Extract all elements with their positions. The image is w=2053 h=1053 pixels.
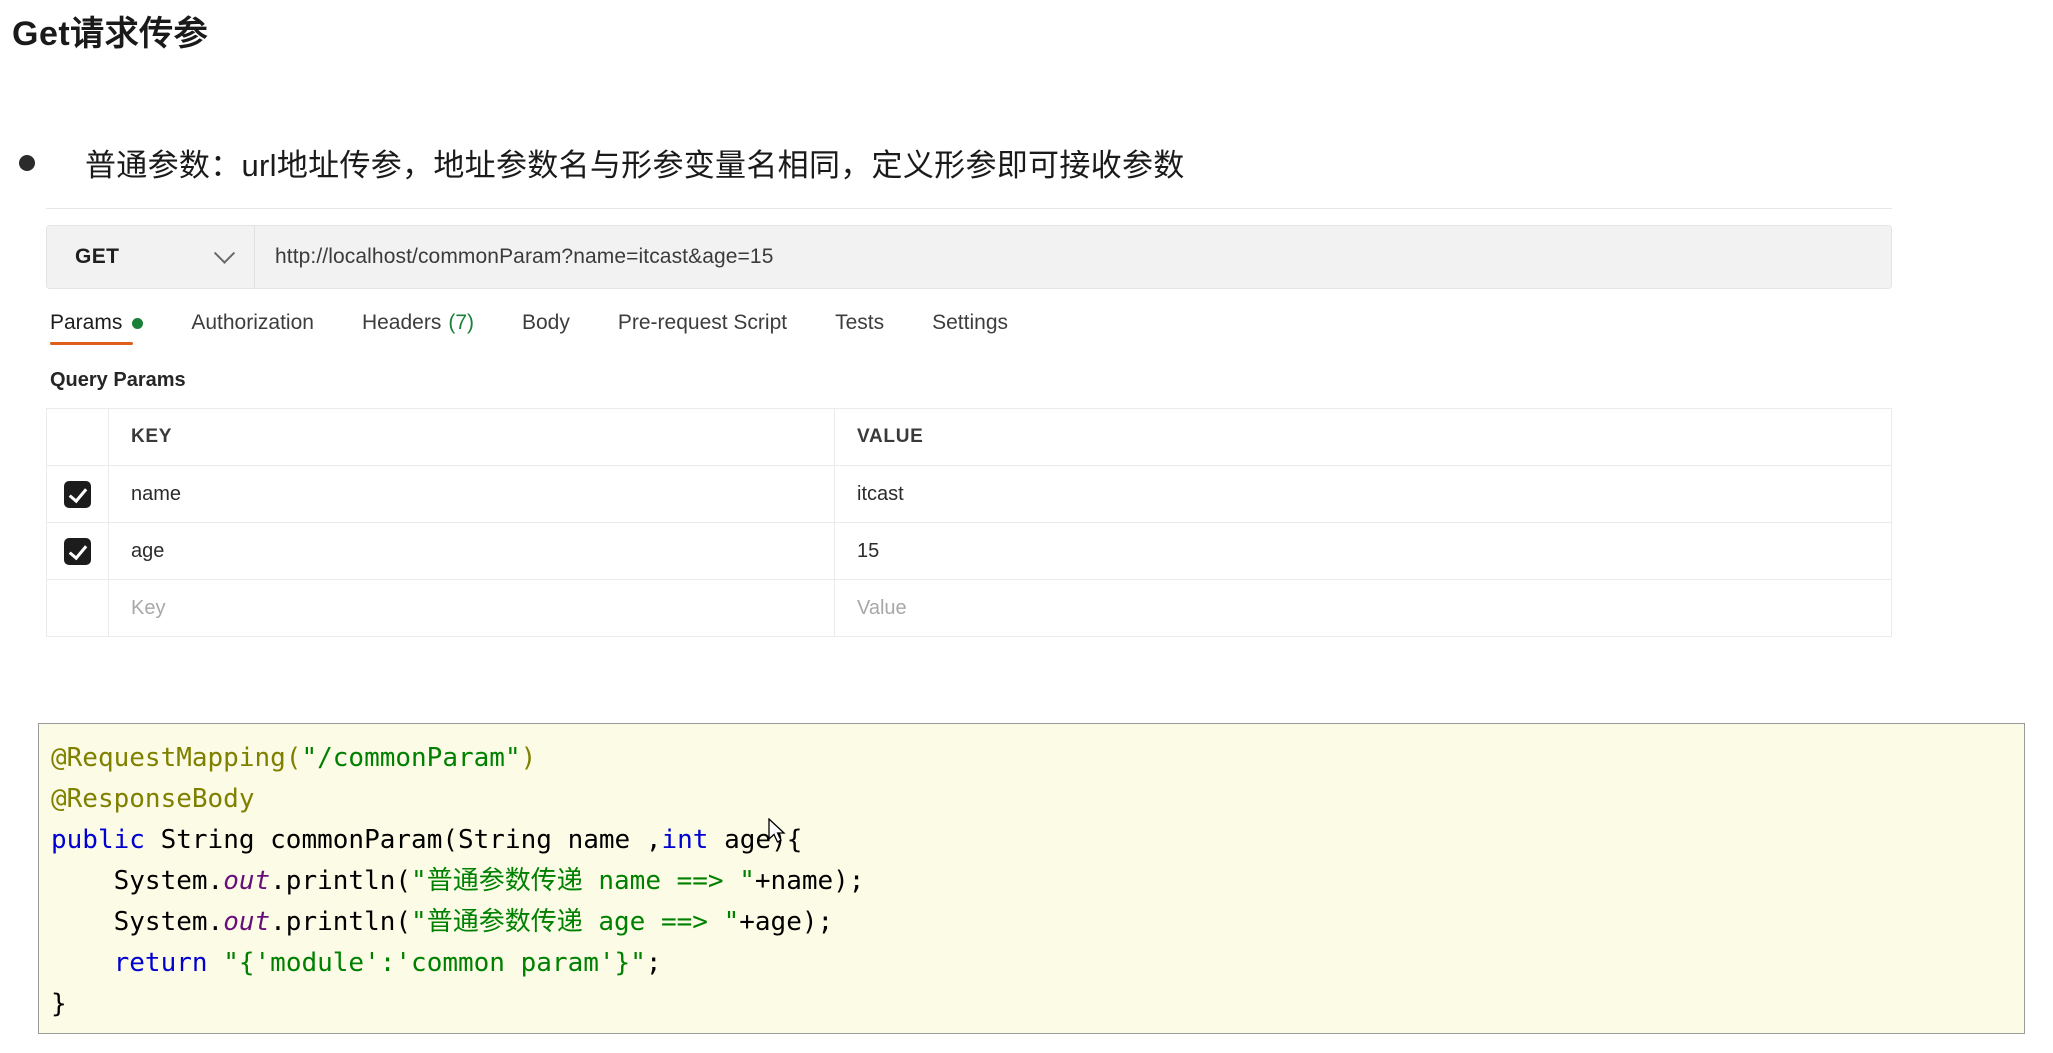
code-token: public: [51, 825, 145, 855]
code-token: ;: [645, 948, 662, 978]
table-header-checkbox: [46, 408, 109, 466]
code-token: (String name ,: [442, 825, 662, 855]
code-token: commonParam: [270, 825, 443, 855]
checkbox-checked-icon[interactable]: [64, 537, 91, 565]
page-title: Get请求传参: [12, 15, 209, 53]
row-checkbox-cell[interactable]: [46, 579, 109, 637]
tab-authorization[interactable]: Authorization: [191, 311, 314, 347]
code-token: @ResponseBody: [51, 784, 255, 814]
tab-body-label: Body: [522, 311, 570, 334]
code-token: .println(: [270, 907, 412, 937]
code-line: System.out.println("普通参数传递 age ==> "+age…: [51, 902, 2024, 943]
url-input[interactable]: http://localhost/commonParam?name=itcast…: [255, 226, 1891, 288]
tab-pre-request-script[interactable]: Pre-request Script: [618, 311, 787, 347]
bullet-item-label: 普通参数：url地址传参，地址参数名与形参变量名相同，定义形参即可接收参数: [85, 148, 1185, 183]
http-method-label: GET: [75, 245, 120, 268]
bullet-dot-icon: [19, 154, 35, 171]
code-token: "/commonParam": [301, 743, 521, 773]
table-header-key: KEY: [108, 408, 835, 466]
request-tabs: Params Authorization Headers (7) Body Pr…: [46, 311, 1892, 357]
query-params-table: KEY VALUE name itcast age 15 Key Value: [46, 408, 1892, 637]
code-token: }: [51, 989, 67, 1019]
chevron-down-icon[interactable]: [213, 242, 236, 264]
code-token: age){: [708, 825, 803, 855]
code-line: @ResponseBody: [51, 779, 2024, 820]
tab-settings-label: Settings: [932, 311, 1009, 334]
tab-params-label: Params: [50, 311, 123, 334]
code-line: @RequestMapping("/commonParam"): [51, 738, 2024, 779]
code-line: }: [51, 984, 2024, 1025]
headers-count-badge: (7): [448, 311, 474, 334]
code-token: .println(: [270, 866, 412, 896]
code-token: String: [144, 825, 271, 855]
code-token: System.: [51, 866, 224, 896]
code-token: out: [223, 866, 271, 896]
code-token: +name);: [754, 866, 865, 896]
table-row[interactable]: age 15: [46, 522, 1892, 580]
tab-body[interactable]: Body: [522, 311, 570, 347]
row-value-placeholder[interactable]: Value: [834, 579, 1892, 637]
table-header-value: VALUE: [834, 408, 1892, 466]
row-value[interactable]: itcast: [834, 465, 1892, 523]
row-checkbox-cell[interactable]: [46, 522, 109, 580]
code-token: return: [113, 948, 208, 978]
code-token: int: [661, 825, 709, 855]
url-input-value: http://localhost/commonParam?name=itcast…: [275, 245, 774, 268]
checkbox-checked-icon[interactable]: [64, 480, 91, 508]
postman-request-panel: GET http://localhost/commonParam?name=it…: [46, 208, 1892, 637]
code-line: public String commonParam(String name ,i…: [51, 820, 2024, 861]
tab-headers-label: Headers: [361, 311, 442, 334]
http-method-select[interactable]: GET: [47, 226, 255, 288]
row-checkbox-cell[interactable]: [46, 465, 109, 523]
code-token: out: [223, 907, 271, 937]
code-token: "普通参数传递 name ==> ": [411, 866, 755, 896]
code-token: "{'module':'common param'}": [223, 948, 646, 978]
code-token: ): [520, 743, 537, 773]
code-token: "普通参数传递 age ==> ": [411, 907, 740, 937]
tab-tests[interactable]: Tests: [835, 311, 884, 347]
params-status-dot-icon: [132, 317, 144, 329]
tab-settings[interactable]: Settings: [932, 311, 1008, 347]
tab-params[interactable]: Params: [50, 311, 144, 347]
request-url-bar: GET http://localhost/commonParam?name=it…: [46, 225, 1892, 289]
row-key[interactable]: name: [108, 465, 835, 523]
row-key-placeholder[interactable]: Key: [108, 579, 835, 637]
tab-authorization-label: Authorization: [191, 311, 314, 334]
tab-headers[interactable]: Headers (7): [362, 311, 474, 347]
tab-tests-label: Tests: [835, 311, 885, 334]
code-token: System.: [51, 907, 224, 937]
bullet-item: 普通参数：url地址传参，地址参数名与形参变量名相同，定义形参即可接收参数: [12, 140, 1185, 185]
row-key[interactable]: age: [108, 522, 835, 580]
code-line: System.out.println("普通参数传递 name ==> "+na…: [51, 861, 2024, 902]
table-row[interactable]: name itcast: [46, 465, 1892, 523]
query-params-heading: Query Params: [50, 369, 186, 391]
code-token: +age);: [739, 907, 834, 937]
java-code-block: @RequestMapping("/commonParam") @Response…: [38, 723, 2025, 1034]
table-row[interactable]: Key Value: [46, 579, 1892, 637]
tab-pre-request-script-label: Pre-request Script: [617, 311, 788, 334]
code-line: return "{'module':'common param'}";: [51, 943, 2024, 984]
code-token: @RequestMapping(: [51, 743, 302, 773]
table-header-row: KEY VALUE: [46, 408, 1892, 466]
row-value[interactable]: 15: [834, 522, 1892, 580]
